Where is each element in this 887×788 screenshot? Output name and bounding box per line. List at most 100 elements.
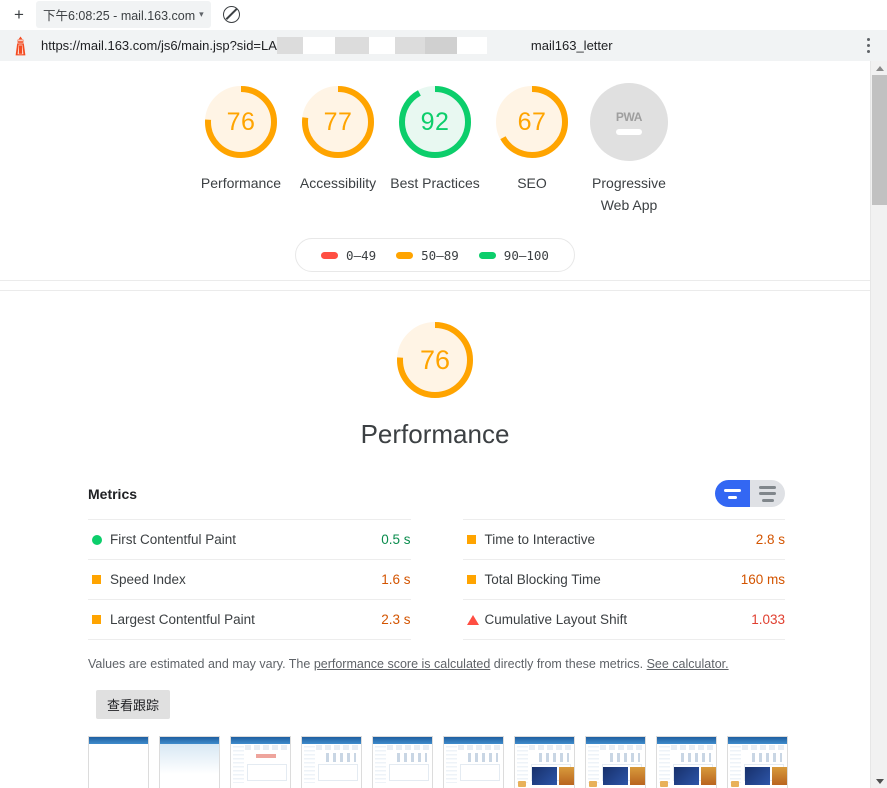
metric-name: Largest Contentful Paint	[110, 612, 255, 627]
disclaimer-text-2: directly from these metrics.	[490, 657, 646, 671]
pwa-gauge: PWA	[590, 83, 668, 161]
metric-status-icon	[463, 615, 485, 625]
vertical-scrollbar[interactable]	[870, 61, 887, 788]
address-bar[interactable]: https://mail.163.com/js6/main.jsp?sid=LA…	[0, 30, 887, 61]
thumb-ad-right	[701, 767, 716, 785]
thumb-header-bar	[160, 737, 219, 744]
toggle-bar	[759, 492, 776, 495]
thumb-ad-left	[745, 767, 770, 785]
filmstrip-thumbnail[interactable]	[585, 736, 646, 788]
thumb-header-bar	[373, 737, 432, 744]
url-prefix: https://mail.163.com/js6/main.jsp?sid=LA	[41, 38, 277, 53]
browser-tab[interactable]: 下午6:08:25 - mail.163.com ▾	[36, 1, 211, 28]
chevron-down-icon[interactable]: ▾	[199, 9, 204, 20]
thumb-icons	[752, 753, 782, 762]
metric-fail-icon	[467, 615, 479, 625]
metrics-view-toggle[interactable]	[715, 480, 785, 507]
thumb-header-bar	[657, 737, 716, 744]
kebab-menu-icon[interactable]	[859, 35, 877, 57]
filmstrip-thumbnail[interactable]	[514, 736, 575, 788]
metric-value: 1.033	[751, 612, 785, 627]
gauge-performance[interactable]: 76 Performance	[193, 83, 290, 216]
thumb-ad-right	[559, 767, 574, 785]
expanded-view-toggle-button[interactable]	[750, 480, 785, 507]
thumb-sidebar	[588, 746, 599, 783]
thumb-body	[389, 764, 429, 781]
thumb-header-bar	[586, 737, 645, 744]
url-redacted-4	[369, 37, 395, 54]
gauge-ring: 67	[493, 83, 571, 161]
no-entry-icon[interactable]	[223, 6, 240, 23]
thumb-sidebar	[304, 746, 315, 783]
thumb-topnav	[387, 745, 430, 750]
legend-item: 0–49	[321, 248, 376, 263]
metric-status-icon	[88, 615, 110, 624]
thumb-avatar	[589, 781, 597, 787]
thumb-icons	[397, 753, 427, 762]
metric-row[interactable]: Largest Contentful Paint 2.3 s	[88, 599, 411, 640]
metric-row[interactable]: First Contentful Paint 0.5 s	[88, 519, 411, 560]
thumb-topnav	[316, 745, 359, 750]
filmstrip-thumbnail[interactable]	[88, 736, 149, 788]
gauge-label: Accessibility	[292, 173, 384, 195]
metric-average-icon	[92, 615, 101, 624]
url-redacted-7	[457, 37, 487, 54]
metric-average-icon	[467, 575, 476, 584]
thumb-header-bar	[89, 737, 148, 744]
new-tab-button[interactable]: +	[8, 4, 30, 26]
gauge-ring: 77	[299, 83, 377, 161]
gauge-label: Performance	[195, 173, 287, 195]
performance-score-calculated-link[interactable]: performance score is calculated	[314, 657, 490, 671]
metric-row[interactable]: Total Blocking Time 160 ms	[463, 559, 786, 600]
gauge-score: 92	[396, 83, 474, 161]
performance-gauge[interactable]: 76	[394, 319, 476, 401]
gauge-label: Best Practices	[389, 173, 481, 195]
filmstrip-thumbnail[interactable]	[443, 736, 504, 788]
see-calculator-link[interactable]: See calculator.	[647, 657, 729, 671]
thumb-body	[247, 764, 287, 781]
performance-section: 76 Performance	[0, 291, 870, 450]
gauge-progressive-web-app[interactable]: PWA Progressive Web App	[581, 83, 678, 216]
disclaimer-text-1: Values are estimated and may vary. The	[88, 657, 314, 671]
metrics-heading: Metrics	[88, 486, 137, 502]
score-legend: 0–49 50–89 90–100	[295, 238, 575, 272]
filmstrip-thumbnail[interactable]	[656, 736, 717, 788]
metric-row[interactable]: Cumulative Layout Shift 1.033	[463, 599, 786, 640]
metric-pass-icon	[92, 535, 102, 545]
url-redacted-1	[277, 37, 303, 54]
url-text[interactable]: https://mail.163.com/js6/main.jsp?sid=LA	[41, 37, 487, 54]
filmstrip-thumbnail[interactable]	[372, 736, 433, 788]
thumb-topnav	[742, 745, 785, 750]
filmstrip-thumbnail[interactable]	[159, 736, 220, 788]
thumb-header-bar	[728, 737, 787, 744]
filmstrip-thumbnail[interactable]	[727, 736, 788, 788]
scrollbar-thumb[interactable]	[872, 75, 887, 205]
thumb-topnav	[671, 745, 714, 750]
scroll-up-arrow-icon[interactable]	[871, 61, 887, 75]
metric-name: Time to Interactive	[485, 532, 596, 547]
gauge-accessibility[interactable]: 77 Accessibility	[290, 83, 387, 216]
view-trace-button[interactable]: 查看跟踪	[96, 690, 170, 719]
thumb-icons	[539, 753, 569, 762]
toggle-bar	[728, 496, 737, 499]
thumb-icons	[326, 753, 356, 762]
simple-view-toggle-button[interactable]	[715, 480, 750, 507]
tab-title: 下午6:08:25 - mail.163.com	[43, 5, 195, 24]
filmstrip-thumbnail[interactable]	[230, 736, 291, 788]
thumb-icons	[681, 753, 711, 762]
scores-header: 76 Performance 77 Accessibility 92 Best …	[0, 61, 870, 291]
thumb-header-bar	[515, 737, 574, 744]
legend-range: 90–100	[504, 248, 549, 263]
legend-range: 50–89	[421, 248, 459, 263]
report-name-label: mail163_letter	[531, 38, 613, 53]
filmstrip-thumbnail[interactable]	[301, 736, 362, 788]
url-redacted-2	[303, 37, 335, 54]
metric-row[interactable]: Time to Interactive 2.8 s	[463, 519, 786, 560]
gauge-best-practices[interactable]: 92 Best Practices	[387, 83, 484, 216]
metric-row[interactable]: Speed Index 1.6 s	[88, 559, 411, 600]
toggle-bar	[724, 489, 741, 492]
metric-name: Speed Index	[110, 572, 186, 587]
scroll-down-arrow-icon[interactable]	[871, 774, 887, 788]
gauge-seo[interactable]: 67 SEO	[484, 83, 581, 216]
filmstrip	[88, 736, 808, 788]
